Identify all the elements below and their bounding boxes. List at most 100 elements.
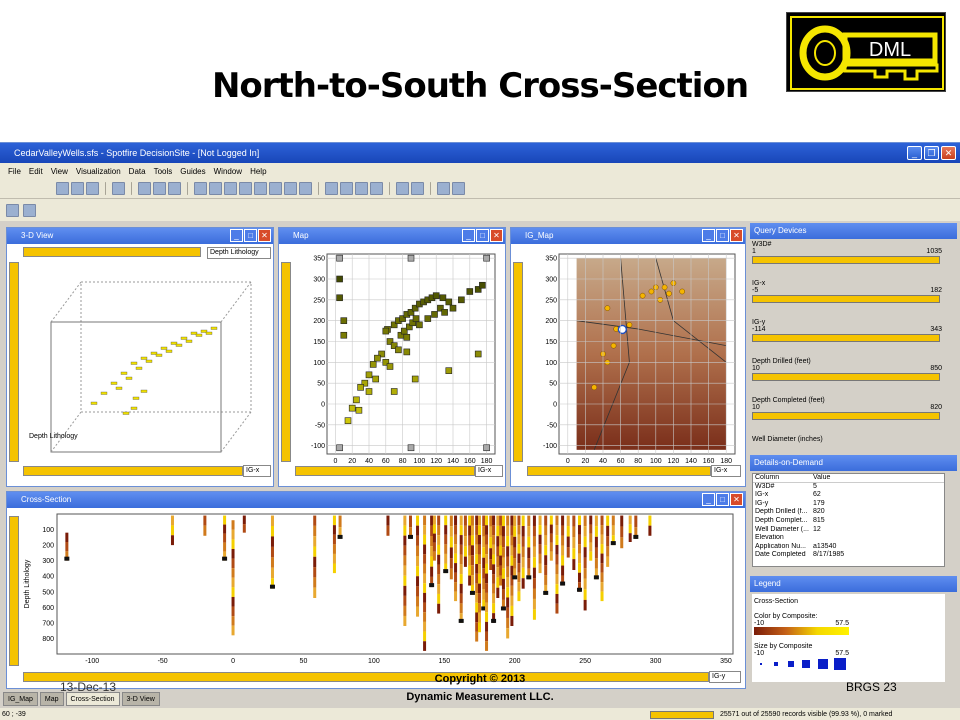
well-segment <box>416 515 420 526</box>
y-axis-slider[interactable] <box>9 262 19 462</box>
tab-3d-view[interactable]: 3-D View <box>121 692 160 706</box>
range-slider[interactable] <box>752 373 940 381</box>
menu-window[interactable]: Window <box>214 167 242 176</box>
line-chart-icon[interactable] <box>254 182 267 195</box>
well-segment <box>577 563 581 573</box>
well-segment <box>600 525 604 535</box>
y-axis-slider[interactable] <box>9 516 19 666</box>
panel-maximize-button[interactable]: □ <box>716 229 729 242</box>
panel-maximize-button[interactable]: □ <box>716 493 729 506</box>
well-segment <box>437 603 441 614</box>
panel-close-button[interactable]: ✕ <box>730 493 743 506</box>
well-segment <box>270 557 274 568</box>
y-axis-label: Depth Lithology <box>24 559 31 608</box>
menu-tools[interactable]: Tools <box>154 167 173 176</box>
menu-edit[interactable]: Edit <box>29 167 43 176</box>
export-icon[interactable] <box>452 182 465 195</box>
tile-icon[interactable] <box>340 182 353 195</box>
save-icon[interactable] <box>86 182 99 195</box>
x-axis-slider[interactable] <box>527 466 711 476</box>
well-marker <box>222 556 228 561</box>
well-marker <box>639 292 646 299</box>
panel-minimize-button[interactable]: _ <box>702 229 715 242</box>
ig-map-plot[interactable]: 0 20 40 60 80 100 120 140 160 180 -100 -50 0 50 100 150… <box>525 246 745 466</box>
well-segment <box>492 574 496 584</box>
y-tick-label: 50 <box>549 381 557 388</box>
bar-chart-icon[interactable] <box>224 182 237 195</box>
query-device-depth-completed[interactable]: Depth Completed (feet) 10 820 <box>752 397 942 420</box>
guide-icon[interactable] <box>6 203 19 217</box>
y-axis-slider[interactable] <box>513 262 523 462</box>
x-axis-slider[interactable] <box>23 466 243 476</box>
minimize-button[interactable]: _ <box>907 146 922 160</box>
print-icon[interactable] <box>112 182 125 195</box>
range-slider[interactable] <box>752 256 940 264</box>
legend-header: Legend <box>750 576 957 592</box>
3d-plot[interactable]: Depth Lithology <box>21 262 271 462</box>
range-slider[interactable] <box>752 334 940 342</box>
cross-section-plot[interactable]: -100 -50 0 50 100 150 200 250 300 350 100 200 300 400… <box>21 510 743 672</box>
panel-minimize-button[interactable]: _ <box>702 493 715 506</box>
panel-maximize-button[interactable]: □ <box>476 229 489 242</box>
3d-plot-icon[interactable] <box>209 182 222 195</box>
query-device-w3d[interactable]: W3D# 1 1035 <box>752 241 942 264</box>
x-axis-select[interactable]: IG-y <box>709 671 741 683</box>
panel-minimize-button[interactable]: _ <box>462 229 475 242</box>
map-scatter-plot[interactable]: 0 20 40 60 80 100 120 140 160 180 -100 -50 0 50 100 150… <box>293 246 505 466</box>
table-icon[interactable] <box>299 182 312 195</box>
well-segment <box>65 542 69 552</box>
tab-cross-section[interactable]: Cross-Section <box>65 692 120 706</box>
panel-close-button[interactable]: ✕ <box>730 229 743 242</box>
panel-minimize-button[interactable]: _ <box>230 229 243 242</box>
open-icon[interactable] <box>56 182 69 195</box>
list-icon[interactable] <box>411 182 424 195</box>
well-segment <box>463 525 467 537</box>
menu-help[interactable]: Help <box>250 167 266 176</box>
x-axis-select[interactable]: IG-x <box>475 465 503 477</box>
range-slider[interactable] <box>752 295 940 303</box>
x-axis-select[interactable]: IG-x <box>243 465 271 477</box>
zoom-icon[interactable] <box>437 182 450 195</box>
x-axis-select[interactable]: IG-x <box>711 465 741 477</box>
color-by-select[interactable]: Depth Lithology <box>207 247 271 259</box>
table-row: Date Completed 8/17/1985 <box>755 551 845 559</box>
menu-guides[interactable]: Guides <box>180 167 205 176</box>
query-device-well-diameter[interactable]: Well Diameter (inches) <box>752 436 942 443</box>
menu-visualization[interactable]: Visualization <box>76 167 121 176</box>
menu-data[interactable]: Data <box>129 167 146 176</box>
split-icon[interactable] <box>370 182 383 195</box>
layout-icon[interactable] <box>325 182 338 195</box>
profile-chart-icon[interactable] <box>269 182 282 195</box>
pie-chart-icon[interactable] <box>239 182 252 195</box>
panel-close-button[interactable]: ✕ <box>490 229 503 242</box>
panel-close-button[interactable]: ✕ <box>258 229 271 242</box>
y-axis-slider[interactable] <box>281 262 291 462</box>
well-segment <box>501 589 505 600</box>
x-tick-label: 60 <box>382 458 390 465</box>
restore-button[interactable]: ❐ <box>924 146 939 160</box>
close-button[interactable]: ✕ <box>941 146 956 160</box>
tab-map[interactable]: Map <box>39 692 64 706</box>
menu-view[interactable]: View <box>51 167 68 176</box>
copy-icon[interactable] <box>138 182 151 195</box>
cascade-icon[interactable] <box>355 182 368 195</box>
paste-icon[interactable] <box>153 182 166 195</box>
x-axis-slider[interactable] <box>295 466 475 476</box>
query-device-ig-y[interactable]: IG-y -114 343 <box>752 319 942 342</box>
undo-icon[interactable] <box>168 182 181 195</box>
x-tick-label: 0 <box>333 458 337 465</box>
folder-icon[interactable] <box>71 182 84 195</box>
tab-ig-map[interactable]: IG_Map <box>3 692 38 706</box>
menu-file[interactable]: File <box>8 167 21 176</box>
range-slider[interactable] <box>752 412 940 420</box>
panel-maximize-button[interactable]: □ <box>244 229 257 242</box>
top-slider[interactable] <box>23 247 201 257</box>
well-segment <box>423 592 427 603</box>
scatter-plot-icon[interactable] <box>194 182 207 195</box>
well-marker-3d <box>90 401 98 405</box>
query-device-ig-x[interactable]: IG-x -5 182 <box>752 280 942 303</box>
heat-map-icon[interactable] <box>284 182 297 195</box>
home-icon[interactable] <box>23 203 36 217</box>
properties-icon[interactable] <box>396 182 409 195</box>
query-device-depth-drilled[interactable]: Depth Drilled (feet) 10 850 <box>752 358 942 381</box>
